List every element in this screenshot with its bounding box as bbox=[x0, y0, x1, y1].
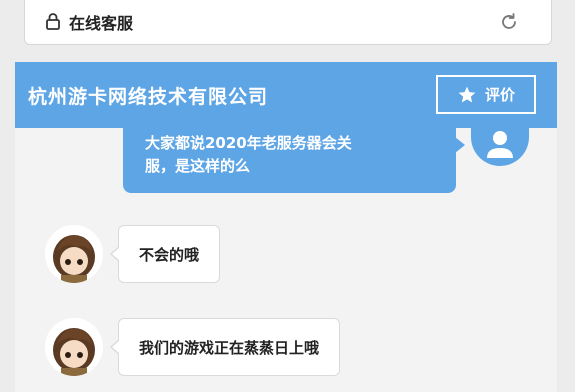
user-message-line-1: 大家都说2020年老服务器会关 bbox=[145, 134, 352, 152]
address-bar: 在线客服 bbox=[24, 0, 552, 45]
user-message-line-2: 服，是这样的么 bbox=[145, 157, 251, 175]
agent-avatar-image bbox=[45, 318, 103, 376]
agent-avatar-image bbox=[45, 225, 103, 283]
agent-avatar bbox=[45, 225, 103, 283]
user-icon bbox=[487, 131, 513, 158]
chat-header: 杭州游卡网络技术有限公司 评价 bbox=[15, 62, 557, 128]
agent-message-text: 不会的哦 bbox=[139, 245, 200, 264]
chat-page: 在线客服 杭州游卡网络技术有限公司 评价 大家都说2020年老服务器会关 服，是… bbox=[0, 0, 575, 392]
star-icon bbox=[458, 86, 476, 102]
page-title: 在线客服 bbox=[69, 14, 134, 33]
agent-message-text: 我们的游戏正在蒸蒸日上哦 bbox=[139, 338, 320, 357]
rate-label: 评价 bbox=[484, 86, 515, 104]
message-list: 大家都说2020年老服务器会关 服，是这样的么 不会的哦 我们的游戏正在蒸蒸日上… bbox=[15, 128, 557, 392]
rate-button[interactable]: 评价 bbox=[436, 75, 536, 114]
user-message-bubble: 大家都说2020年老服务器会关 服，是这样的么 bbox=[123, 128, 465, 193]
agent-message-bubble: 不会的哦 bbox=[109, 225, 221, 283]
agent-avatar bbox=[45, 318, 103, 376]
refresh-icon[interactable] bbox=[497, 10, 521, 34]
lock-icon bbox=[46, 13, 60, 30]
user-avatar bbox=[471, 128, 529, 166]
agent-message-bubble: 我们的游戏正在蒸蒸日上哦 bbox=[109, 318, 341, 376]
company-name: 杭州游卡网络技术有限公司 bbox=[28, 86, 269, 108]
